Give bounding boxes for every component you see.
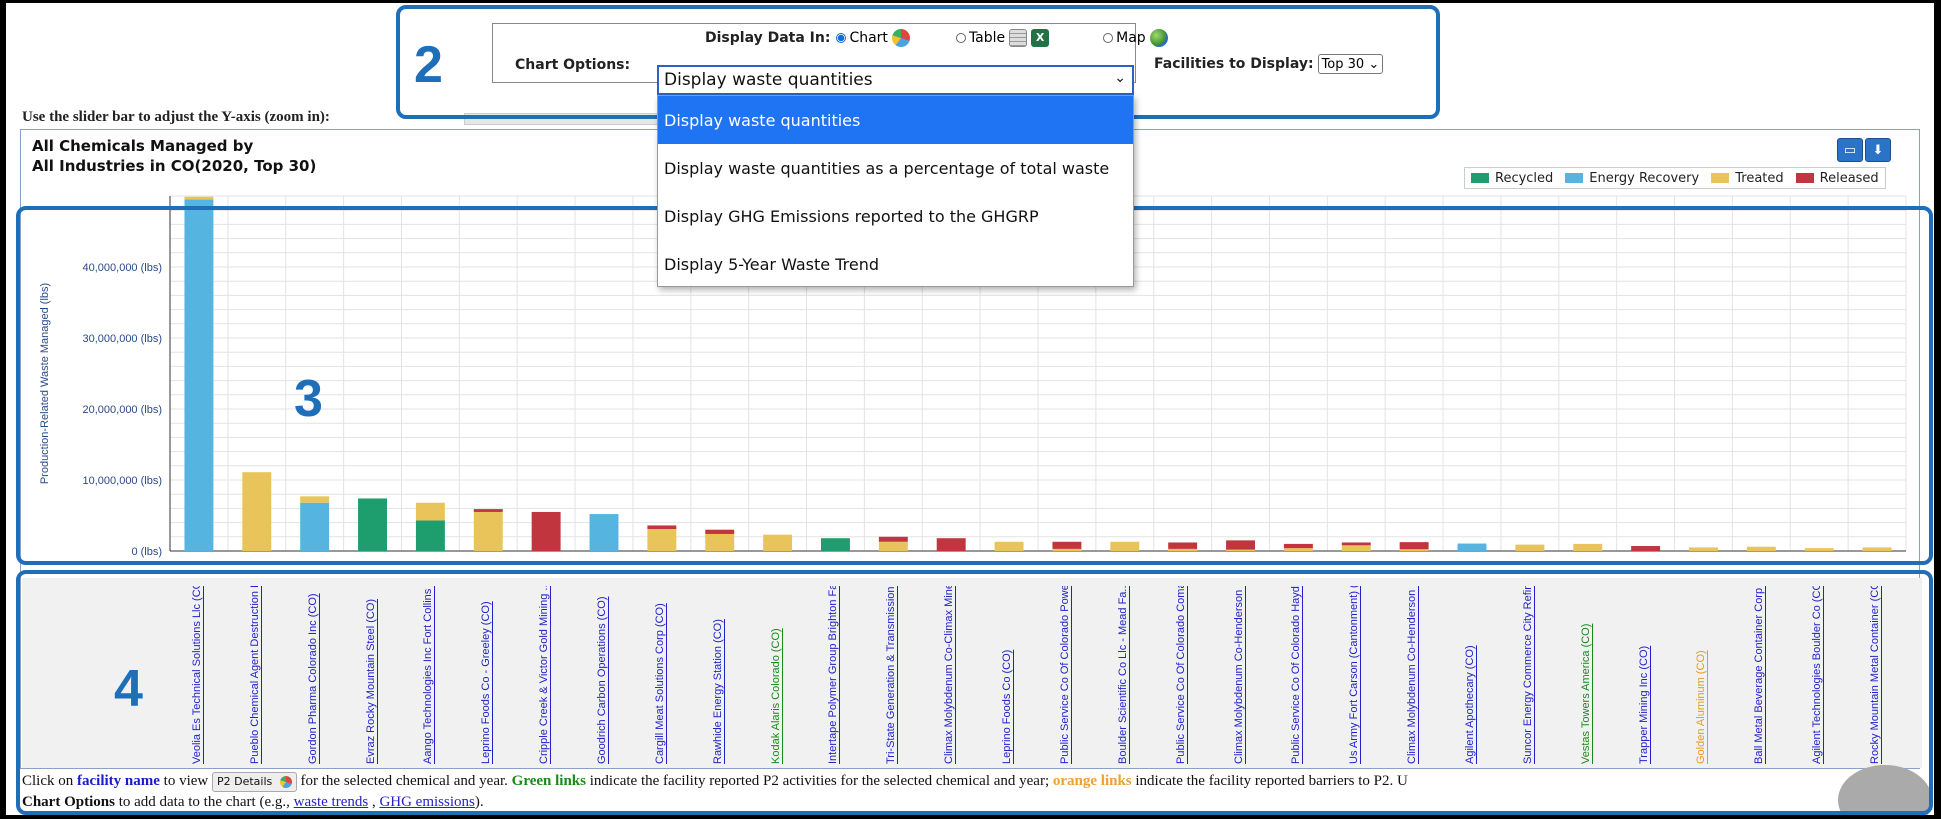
waste-trends-link[interactable]: waste trends bbox=[294, 794, 369, 810]
facility-link[interactable]: Rocky Mountain Metal Container (CO) bbox=[1869, 586, 1885, 764]
facility-link[interactable]: Golden Aluminum (CO) bbox=[1695, 586, 1711, 764]
bar-segment bbox=[242, 472, 272, 551]
facility-link[interactable]: Public Service Co Of Colorado Hayde... (… bbox=[1290, 586, 1306, 764]
bar-segment bbox=[1341, 545, 1371, 551]
y-tick-label: 0 (lbs) bbox=[131, 546, 162, 558]
facility-link[interactable]: Leprino Foods Co (CO) bbox=[1001, 586, 1017, 764]
facility-link[interactable]: Aango Technologies Inc Fort Collins ... … bbox=[422, 586, 438, 764]
facility-link[interactable]: Agilent Apothecary (CO) bbox=[1464, 586, 1480, 764]
facility-link[interactable]: Kodak Alaris Colorado (CO) bbox=[770, 586, 786, 764]
bar-segment bbox=[647, 528, 677, 551]
bar-segment bbox=[1283, 548, 1313, 551]
facility-link[interactable]: Intertape Polymer Group Brighton Fa... (… bbox=[827, 586, 843, 764]
dropdown-option-waste-percentage[interactable]: Display waste quantities as a percentage… bbox=[658, 144, 1133, 192]
facility-link[interactable]: Climax Molybdenum Co-Henderson Mine (CO) bbox=[1233, 586, 1249, 764]
facility-link[interactable]: Cripple Creek & Victor Gold Mining ... (… bbox=[538, 586, 554, 764]
bar-segment bbox=[473, 511, 503, 551]
bar-segment bbox=[936, 538, 966, 551]
bar-segment bbox=[705, 533, 735, 551]
bar-segment bbox=[763, 534, 793, 551]
bar-segment bbox=[184, 199, 214, 551]
facility-link[interactable]: Public Service Co Of Colorado Coman... (… bbox=[1175, 586, 1191, 764]
callout-number-3: 3 bbox=[294, 370, 323, 428]
y-axis-label: Production-Related Waste Managed (lbs) bbox=[39, 283, 51, 484]
callout-number-2: 2 bbox=[414, 36, 443, 94]
bar-segment bbox=[1052, 548, 1082, 551]
bar-segment bbox=[1399, 549, 1429, 551]
facility-link[interactable]: Gordon Pharma Colorado Inc (CO) bbox=[307, 586, 323, 764]
bar-segment bbox=[300, 496, 330, 503]
bar-segment bbox=[1052, 541, 1082, 549]
facility-link[interactable]: Pueblo Chemical Agent Destruction P... (… bbox=[249, 586, 265, 764]
facility-link[interactable]: Goodrich Carbon Operations (CO) bbox=[596, 586, 612, 764]
facility-labels-strip: Veolia Es Technical Solutions Llc (CO) Pu… bbox=[22, 578, 1922, 768]
screenshot-frame: Display Data In: Chart Table X Map Chart… bbox=[6, 3, 1934, 815]
bar-segment bbox=[878, 536, 908, 542]
facility-link[interactable]: Climax Molybdenum Co-Henderson Mill (CO) bbox=[1406, 586, 1422, 764]
facility-link[interactable]: Us Army Fort Carson (Cantonment) (CO) bbox=[1348, 586, 1364, 764]
pie-chart-icon bbox=[279, 775, 292, 788]
callout-number-4: 4 bbox=[114, 660, 143, 718]
facility-link[interactable]: Climax Molybdenum Co-Climax Mine (CO) bbox=[943, 586, 959, 764]
bar-segment bbox=[878, 541, 908, 551]
facility-link[interactable]: Vestas Towers America (CO) bbox=[1580, 586, 1596, 764]
dropdown-option-5yr-trend[interactable]: Display 5-Year Waste Trend bbox=[658, 240, 1133, 288]
bar-segment bbox=[1341, 542, 1371, 546]
bar-segment bbox=[1168, 542, 1198, 549]
bar-segment bbox=[1515, 544, 1545, 551]
bar-segment bbox=[300, 502, 330, 551]
bar-segment bbox=[415, 502, 445, 521]
bar-segment bbox=[473, 509, 503, 512]
bar-segment bbox=[531, 511, 561, 551]
bar-segment bbox=[1631, 546, 1661, 551]
bar-segment bbox=[1226, 549, 1255, 551]
dropdown-option-waste-quantities[interactable]: Display waste quantities bbox=[658, 96, 1133, 144]
bar-segment bbox=[994, 541, 1024, 551]
facility-link[interactable]: Evraz Rocky Mountain Steel (CO) bbox=[365, 586, 381, 764]
y-tick-label: 40,000,000 (lbs) bbox=[83, 262, 163, 274]
bar-segment bbox=[1226, 540, 1255, 550]
facility-link[interactable]: Boulder Scientific Co Llc - Mead Fa... (… bbox=[1117, 586, 1133, 764]
bar-segment bbox=[1573, 543, 1603, 551]
y-tick-label: 20,000,000 (lbs) bbox=[83, 404, 163, 416]
y-tick-label: 30,000,000 (lbs) bbox=[83, 333, 163, 345]
bar-segment bbox=[1168, 548, 1198, 551]
bar-segment bbox=[1283, 543, 1313, 549]
facility-link[interactable]: Rawhide Energy Station (CO) bbox=[712, 586, 728, 764]
facility-link[interactable]: Agilent Technologies Boulder Co (CO) bbox=[1811, 586, 1827, 764]
facility-link[interactable]: Tri-State Generation & Transmission ... … bbox=[885, 586, 901, 764]
bar-segment bbox=[1399, 542, 1429, 550]
y-tick-label: 10,000,000 (lbs) bbox=[83, 475, 163, 487]
ghg-emissions-link[interactable]: GHG emissions bbox=[379, 794, 474, 810]
facility-link[interactable]: Suncor Energy Commerce City Refiner... (… bbox=[1522, 586, 1538, 764]
dropdown-option-ghg-emissions[interactable]: Display GHG Emissions reported to the GH… bbox=[658, 192, 1133, 240]
footer-instructions: Click on facility name to view P2 Detail… bbox=[22, 771, 1408, 810]
bar-segment bbox=[705, 529, 735, 534]
bar-segment bbox=[589, 514, 619, 551]
facility-link[interactable]: Veolia Es Technical Solutions Llc (CO) bbox=[191, 586, 207, 764]
facility-link[interactable]: Public Service Co Of Colorado Powe... (C… bbox=[1059, 586, 1075, 764]
bar-segment bbox=[647, 525, 677, 529]
bar-segment bbox=[358, 498, 387, 551]
bar-segment bbox=[1110, 541, 1140, 551]
bar-segment bbox=[1689, 547, 1718, 551]
facility-name-text: facility name bbox=[77, 773, 160, 789]
facility-link[interactable]: Trapper Mining Inc (CO) bbox=[1638, 586, 1654, 764]
facility-link[interactable]: Cargill Meat Solutions Corp (CO) bbox=[654, 586, 670, 764]
facility-link[interactable]: Leprino Foods Co - Greeley (CO) bbox=[480, 586, 496, 764]
bar-segment bbox=[821, 538, 850, 551]
bar-segment bbox=[415, 520, 445, 551]
p2-details-button[interactable]: P2 Details bbox=[211, 771, 297, 792]
bar-segment bbox=[1804, 548, 1834, 551]
chart-options-dropdown-list: Display waste quantities Display waste q… bbox=[657, 95, 1134, 287]
bar-segment bbox=[1457, 543, 1487, 551]
bar-segment bbox=[184, 196, 214, 200]
green-links-text: Green links bbox=[511, 773, 586, 789]
bar-segment bbox=[1862, 547, 1892, 551]
chart-options-ref: Chart Options bbox=[22, 794, 115, 810]
facility-link[interactable]: Ball Metal Beverage Container Corp (CO) bbox=[1753, 586, 1769, 764]
orange-links-text: orange links bbox=[1052, 773, 1132, 789]
bar-segment bbox=[1746, 546, 1776, 551]
